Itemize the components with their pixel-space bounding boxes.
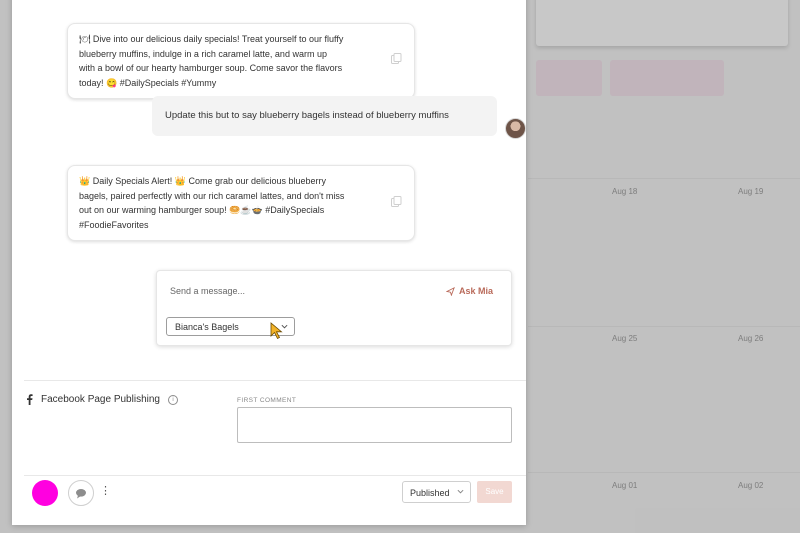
assistant-message: 🍽 Dive into our delicious daily specials… [67, 23, 415, 99]
assistant-message: 👑 Daily Specials Alert! 👑 Come grab our … [67, 165, 415, 241]
brand-select-value: Bianca's Bagels [175, 322, 239, 332]
message-composer: Send a message... Ask Mia Bianca's Bagel… [156, 270, 512, 346]
speech-bubble-icon [76, 488, 86, 498]
message-line: blueberry muffins, indulge in a rich car… [79, 48, 327, 59]
status-select[interactable]: Published [402, 481, 471, 503]
message-line: bagels, paired perfectly with our rich c… [79, 190, 345, 201]
mouse-cursor-icon [270, 322, 283, 340]
facebook-f-icon [27, 394, 33, 405]
first-comment-input[interactable] [237, 407, 512, 443]
more-options-icon[interactable]: ⋮ [100, 484, 111, 497]
screen: Aug 18 Aug 19 Aug 25 Aug 26 Aug 01 Aug 0… [0, 0, 800, 533]
save-button[interactable]: Save [477, 481, 512, 503]
message-line: 🍽 Dive into our delicious daily specials… [79, 34, 344, 44]
editor-footer: ⋮ Published Save [12, 475, 526, 525]
facebook-title-text: Facebook Page Publishing [41, 394, 160, 405]
message-line: out on our warming hamburger soup! 🥯☕🍲 #… [79, 205, 325, 215]
status-select-value: Published [410, 488, 450, 498]
message-line: #FoodieFavorites [79, 219, 149, 230]
facebook-section-title: Facebook Page Publishing i [26, 394, 178, 405]
user-avatar [505, 118, 526, 139]
ask-mia-button[interactable]: Ask Mia [445, 286, 493, 296]
brand-color-swatch[interactable] [32, 480, 58, 506]
chat-button[interactable] [68, 480, 94, 506]
first-comment-label: FIRST COMMENT [237, 397, 297, 404]
paper-plane-icon [445, 286, 455, 296]
copy-icon[interactable] [391, 53, 402, 64]
info-icon[interactable]: i [167, 394, 178, 405]
user-message-text: Update this but to say blueberry bagels … [165, 110, 449, 121]
post-editor-panel: 🍽 Dive into our delicious daily specials… [12, 0, 526, 525]
user-message: Update this but to say blueberry bagels … [152, 96, 497, 136]
message-line: 👑 Daily Specials Alert! 👑 Come grab our … [79, 176, 327, 186]
section-divider [24, 380, 526, 381]
message-line: with a bowl of our hearty hamburger soup… [79, 63, 343, 73]
message-line: today! 😋 #DailySpecials #Yummy [79, 77, 217, 88]
ask-mia-label: Ask Mia [458, 286, 493, 296]
copy-icon[interactable] [391, 196, 402, 207]
chevron-down-icon [457, 487, 464, 497]
message-input[interactable]: Send a message... [170, 286, 245, 296]
